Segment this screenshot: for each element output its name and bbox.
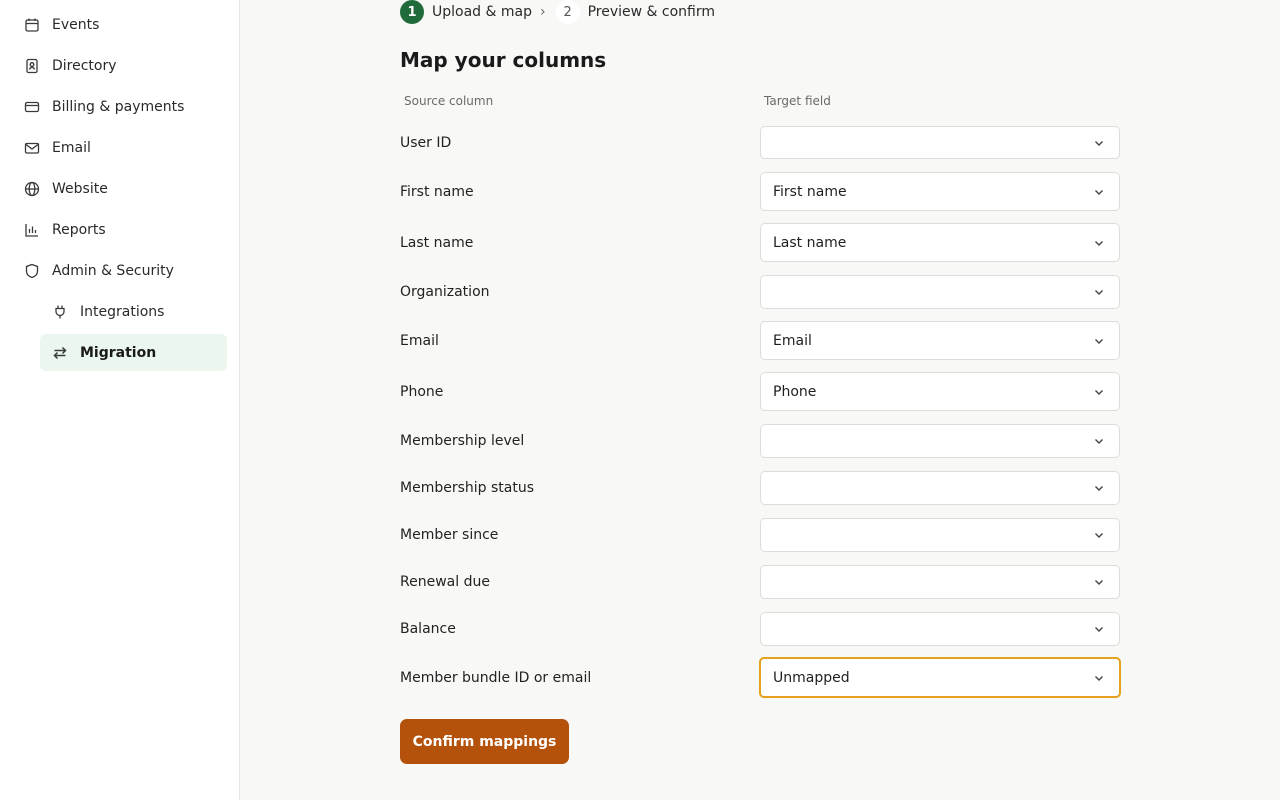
chevron-down-icon (1093, 386, 1105, 398)
target-field-select[interactable] (760, 126, 1120, 159)
chevron-down-icon (1093, 623, 1105, 635)
target-field-select[interactable]: Phone (760, 372, 1120, 411)
step-2-number: 2 (555, 0, 580, 24)
source-column-label: User ID (400, 135, 452, 151)
sidebar-item-label: Migration (80, 344, 157, 361)
sidebar-item-label: Admin & Security (52, 262, 174, 279)
source-column-label: Member since (400, 527, 499, 543)
sidebar-item-directory[interactable]: Directory (12, 47, 227, 84)
target-field-select[interactable] (760, 612, 1120, 646)
source-column-label: Member bundle ID or email (400, 670, 592, 686)
source-column-label: Renewal due (400, 574, 490, 590)
target-field-select[interactable]: Unmapped (759, 657, 1121, 698)
chevron-down-icon (1093, 576, 1105, 588)
step-1-label: Upload & map (432, 4, 532, 20)
select-value: Phone (773, 383, 817, 400)
sidebar-item-reports[interactable]: Reports (12, 211, 227, 248)
target-field-select[interactable] (760, 518, 1120, 552)
chevron-down-icon (1093, 137, 1105, 149)
chevron-down-icon (1093, 435, 1105, 447)
source-column-header: Source column (404, 94, 494, 108)
source-column-label: First name (400, 184, 474, 200)
target-field-select[interactable] (760, 565, 1120, 599)
source-column-label: Membership status (400, 480, 534, 496)
plug-icon (52, 304, 68, 320)
step-2-label: Preview & confirm (587, 4, 716, 20)
chevron-down-icon (1093, 286, 1105, 298)
sidebar-item-migration[interactable]: Migration (40, 334, 227, 371)
contact-book-icon (24, 58, 40, 74)
chevron-right-icon: › (539, 4, 546, 20)
bar-chart-icon (24, 222, 40, 238)
sidebar-item-integrations[interactable]: Integrations (40, 293, 227, 330)
chevron-down-icon (1093, 672, 1105, 684)
select-value: Last name (773, 234, 847, 251)
mail-icon (24, 140, 40, 156)
source-column-label: Organization (400, 284, 490, 300)
select-value: First name (773, 183, 847, 200)
sidebar-item-label: Directory (52, 57, 117, 74)
sidebar-item-label: Billing & payments (52, 98, 185, 115)
target-field-select[interactable]: First name (760, 172, 1120, 211)
target-field-header: Target field (764, 94, 831, 108)
target-field-select[interactable] (760, 471, 1120, 505)
sidebar-item-email[interactable]: Email (12, 129, 227, 166)
confirm-mappings-button[interactable]: Confirm mappings (400, 719, 569, 764)
select-value: Email (773, 332, 812, 349)
source-column-label: Last name (400, 235, 474, 251)
target-field-select[interactable] (760, 275, 1120, 309)
chevron-down-icon (1093, 482, 1105, 494)
shield-icon (24, 263, 40, 279)
chevron-down-icon (1093, 237, 1105, 249)
source-column-label: Balance (400, 621, 456, 637)
sidebar-item-billing[interactable]: Billing & payments (12, 88, 227, 125)
arrows-swap-icon (52, 345, 68, 361)
sidebar-item-website[interactable]: Website (12, 170, 227, 207)
stepper: 1 Upload & map › 2 Preview & confirm (400, 0, 715, 24)
sidebar-item-label: Reports (52, 221, 106, 238)
sidebar-item-label: Email (52, 139, 91, 156)
target-field-select[interactable] (760, 424, 1120, 458)
chevron-down-icon (1093, 186, 1105, 198)
calendar-icon (24, 17, 40, 33)
globe-icon (24, 181, 40, 197)
sidebar-item-label: Integrations (80, 303, 165, 320)
chevron-down-icon (1093, 335, 1105, 347)
sidebar-item-events[interactable]: Events (12, 6, 227, 43)
source-column-label: Membership level (400, 433, 525, 449)
source-column-label: Phone (400, 384, 444, 400)
sidebar: Events Directory Billing & payments Emai… (0, 0, 240, 800)
page-title: Map your columns (400, 48, 607, 72)
target-field-select[interactable]: Last name (760, 223, 1120, 262)
credit-card-icon (24, 99, 40, 115)
select-value: Unmapped (773, 669, 850, 686)
sidebar-item-admin-security[interactable]: Admin & Security (12, 252, 227, 289)
step-1-number: 1 (400, 0, 424, 24)
chevron-down-icon (1093, 529, 1105, 541)
sidebar-item-label: Events (52, 16, 100, 33)
sidebar-item-label: Website (52, 180, 108, 197)
target-field-select[interactable]: Email (760, 321, 1120, 360)
source-column-label: Email (400, 333, 439, 349)
